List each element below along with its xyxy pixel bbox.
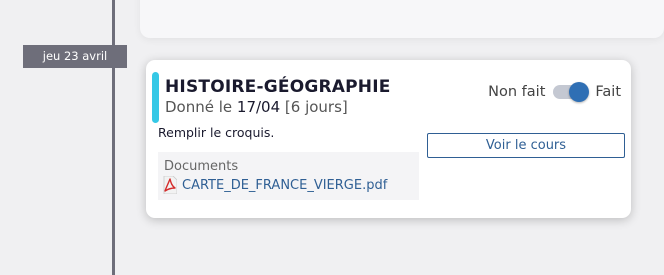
document-name: CARTE_DE_FRANCE_VIERGE.pdf xyxy=(182,177,388,193)
previous-homework-card xyxy=(140,0,664,38)
document-link[interactable]: CARTE_DE_FRANCE_VIERGE.pdf xyxy=(163,176,387,194)
given-date: 17/04 xyxy=(236,98,281,116)
date-label: jeu 23 avril xyxy=(23,45,127,68)
task-description: Remplir le croquis. xyxy=(158,125,275,140)
documents-title: Documents xyxy=(164,159,239,174)
timeline-line xyxy=(112,0,115,275)
view-course-button[interactable]: Voir le cours xyxy=(427,133,625,158)
subject-color-bar xyxy=(152,72,159,123)
given-duration: [6 jours] xyxy=(280,98,348,116)
done-toggle[interactable] xyxy=(553,82,590,102)
given-date-line: Donné le 17/04 [6 jours] xyxy=(165,98,348,116)
documents-section: Documents CARTE_DE_FRANCE_VIERGE.pdf xyxy=(158,152,419,200)
done-status: Non fait Fait xyxy=(488,82,621,102)
pdf-icon xyxy=(163,176,177,194)
status-off-label: Non fait xyxy=(488,84,546,100)
given-prefix: Donné le xyxy=(165,98,237,116)
status-on-label: Fait xyxy=(595,84,621,100)
homework-card: HISTOIRE-GÉOGRAPHIE Donné le 17/04 [6 jo… xyxy=(146,60,631,218)
toggle-knob xyxy=(569,82,590,102)
subject-title: HISTOIRE-GÉOGRAPHIE xyxy=(165,77,391,97)
